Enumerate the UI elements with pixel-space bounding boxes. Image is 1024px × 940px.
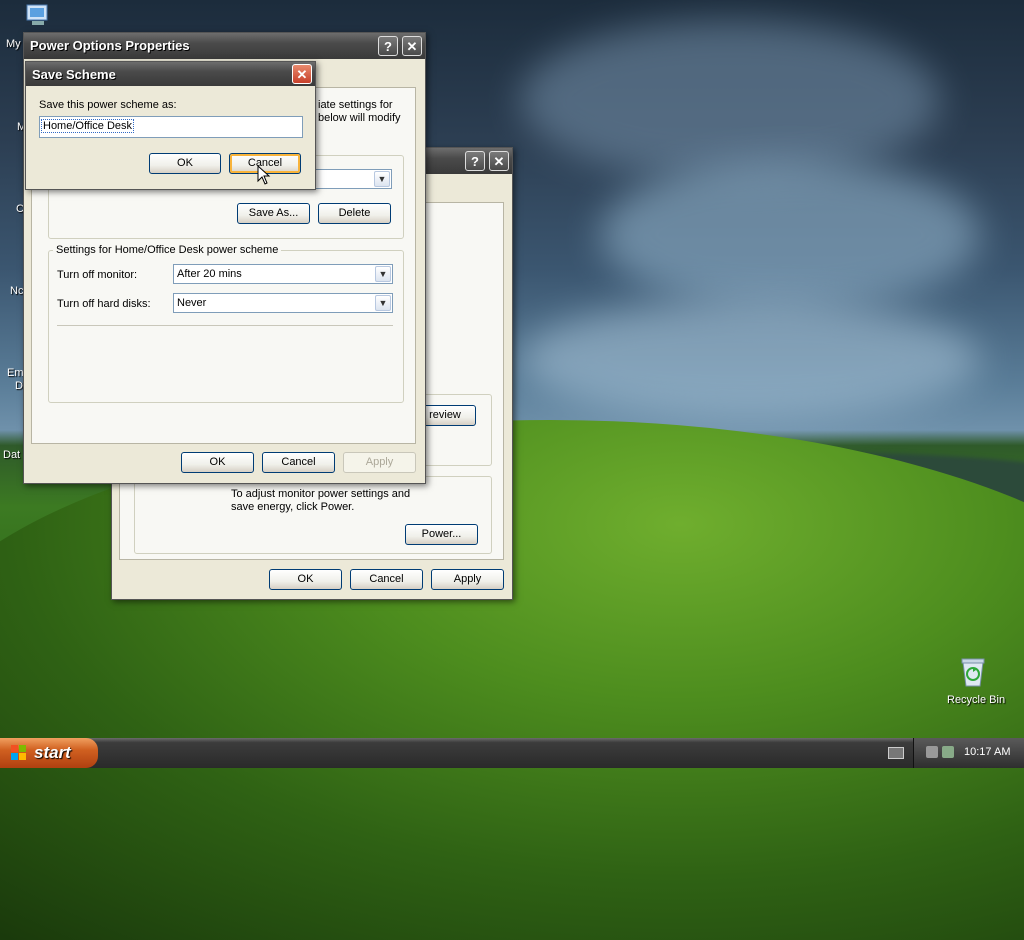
close-icon[interactable]: ✕: [489, 151, 509, 171]
monitor-power-text: To adjust monitor power settings and sav…: [231, 488, 411, 513]
desktop-icon-label[interactable]: My: [6, 38, 21, 50]
intro-text-line1: iate settings for: [318, 99, 393, 111]
mouse-cursor-icon: [257, 164, 271, 188]
chevron-down-icon[interactable]: ▼: [375, 295, 391, 311]
divider: [57, 325, 393, 326]
dialog-title: Save Scheme: [32, 67, 116, 82]
monitor-timeout-value: After 20 mins: [177, 268, 242, 280]
start-button[interactable]: start: [0, 738, 98, 768]
scheme-name-input[interactable]: Home/Office Desk: [39, 116, 303, 138]
taskbar: start 10:17 AM: [0, 738, 1024, 768]
volume-icon[interactable]: [942, 746, 954, 758]
disks-timeout-select[interactable]: Never ▼: [173, 293, 393, 313]
settings-group-label: Settings for Home/Office Desk power sche…: [53, 244, 282, 256]
power-titlebar: Power Options Properties ? ✕: [24, 33, 425, 59]
apply-button[interactable]: Apply: [343, 452, 416, 473]
desktop-icon-label[interactable]: Nc: [10, 285, 23, 297]
ok-button[interactable]: OK: [181, 452, 254, 473]
start-label: start: [34, 743, 71, 762]
save-ok-button[interactable]: OK: [149, 153, 221, 174]
scheme-name-value: Home/Office Desk: [40, 119, 135, 133]
back-apply-button[interactable]: Apply: [431, 569, 504, 590]
monitor-timeout-select[interactable]: After 20 mins ▼: [173, 264, 393, 284]
power-button[interactable]: Power...: [405, 524, 478, 545]
help-icon[interactable]: ?: [378, 36, 398, 56]
chevron-down-icon[interactable]: ▼: [375, 266, 391, 282]
help-icon[interactable]: ?: [465, 151, 485, 171]
cancel-button[interactable]: Cancel: [262, 452, 335, 473]
desktop-icon-label[interactable]: Dat: [3, 449, 20, 461]
save-as-button[interactable]: Save As...: [237, 203, 310, 224]
save-prompt: Save this power scheme as:: [39, 99, 177, 111]
save-scheme-titlebar: Save Scheme ✕: [26, 62, 315, 86]
delete-button[interactable]: Delete: [318, 203, 391, 224]
disks-label: Turn off hard disks:: [57, 298, 151, 310]
intro-text-line2: below will modify: [318, 112, 401, 124]
close-icon[interactable]: ✕: [292, 64, 312, 84]
chevron-down-icon[interactable]: ▼: [374, 171, 390, 187]
back-ok-button[interactable]: OK: [269, 569, 342, 590]
desktop-icon-label[interactable]: Em: [7, 367, 24, 379]
my-computer-icon[interactable]: [24, 3, 52, 29]
recycle-bin-icon[interactable]: [958, 656, 988, 688]
monitor-label: Turn off monitor:: [57, 269, 138, 281]
disks-timeout-value: Never: [177, 297, 207, 309]
close-icon[interactable]: ✕: [402, 36, 422, 56]
window-title: Power Options Properties: [30, 38, 190, 53]
windows-logo-icon: [11, 745, 27, 761]
desktop-icon-label[interactable]: D: [15, 380, 23, 392]
clock[interactable]: 10:17 AM: [964, 746, 1010, 758]
save-scheme-dialog: Save Scheme ✕ Save this power scheme as:…: [25, 61, 316, 190]
network-icon[interactable]: [926, 746, 938, 758]
back-cancel-button[interactable]: Cancel: [350, 569, 423, 590]
system-tray: 10:17 AM: [913, 738, 1024, 768]
recycle-bin-label[interactable]: Recycle Bin: [947, 694, 1005, 706]
keyboard-icon[interactable]: [888, 747, 904, 759]
